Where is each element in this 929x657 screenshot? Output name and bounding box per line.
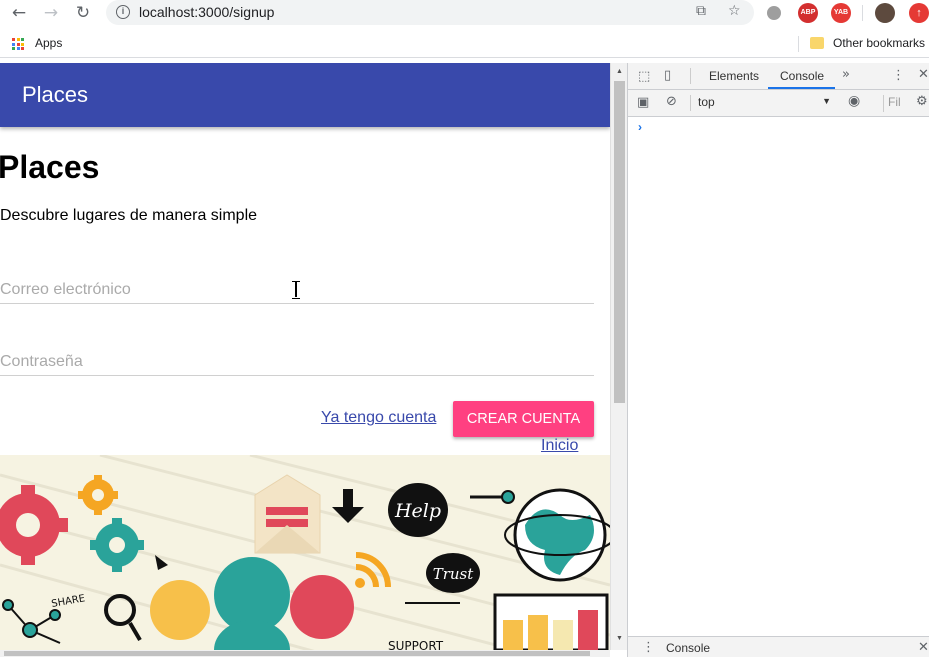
yab-extension-icon[interactable]: YAB (831, 3, 851, 23)
scroll-up-icon[interactable]: ▲ (616, 68, 623, 75)
red-gear-icon (0, 485, 68, 565)
bookmarks-divider (798, 36, 799, 52)
login-link[interactable]: Ya tengo cuenta (321, 409, 436, 427)
more-tabs-icon[interactable]: » (842, 67, 850, 82)
envelope-icon (254, 474, 321, 554)
console-prompt-icon[interactable]: › (638, 120, 642, 134)
tab-elements[interactable]: Elements (709, 69, 759, 83)
tab-console[interactable]: Console (780, 69, 824, 83)
console-drawer: ⋮ Console ✕ (628, 636, 929, 657)
battery-chart-icon (493, 593, 609, 650)
url-text[interactable]: localhost:3000/signup (139, 4, 274, 20)
page-viewport: Places Places Descubre lugares de manera… (0, 63, 610, 650)
support-text: SUPPORT (388, 639, 444, 650)
abp-extension-icon[interactable]: ABP (798, 3, 818, 23)
context-value: top (698, 95, 715, 109)
extension-circle-icon[interactable] (767, 6, 781, 20)
toolbar-divider (862, 5, 863, 21)
profile-avatar[interactable] (875, 3, 895, 23)
site-info-icon[interactable]: i (116, 5, 130, 19)
forward-icon[interactable]: → (40, 2, 62, 24)
home-link[interactable]: Inicio (541, 437, 578, 455)
horizontal-scroll-thumb[interactable] (4, 651, 590, 656)
update-icon[interactable]: ↑ (909, 3, 929, 23)
devtools-tab-bar: ⬚ ▯ Elements Console » ⋮ ✕ (628, 63, 929, 90)
console-filter-input[interactable]: Fil (883, 95, 907, 112)
drawer-menu-icon[interactable]: ⋮ (642, 640, 655, 655)
trust-text: Trust (433, 565, 475, 583)
help-text: Help (394, 500, 441, 522)
down-arrow-icon (332, 489, 364, 523)
app-bar: Places (0, 63, 610, 127)
drawer-tab-console[interactable]: Console (666, 641, 710, 655)
globe-icon (504, 488, 610, 582)
people-icon (150, 557, 354, 650)
app-bar-title: Places (22, 82, 89, 107)
toolbar-divider (690, 95, 691, 111)
close-drawer-icon[interactable]: ✕ (918, 640, 929, 655)
address-bar[interactable]: i localhost:3000/signup ⧉ ☆ (106, 0, 754, 25)
devtools-panel: ⬚ ▯ Elements Console » ⋮ ✕ ▣ ⊘ top ▼ ◉ F… (627, 63, 929, 657)
console-settings-gear-icon[interactable]: ⚙ (916, 94, 928, 109)
bookmarks-bar: Apps Other bookmarks (0, 30, 929, 58)
close-devtools-icon[interactable]: ✕ (918, 67, 929, 82)
page-subtitle: Descubre lugares de manera simple (0, 207, 258, 224)
bookmark-star-icon[interactable]: ☆ (728, 3, 741, 19)
create-account-button[interactable]: CREAR CUENTA (453, 401, 594, 437)
page-title: Places (0, 149, 100, 185)
orange-gear-icon (78, 475, 118, 515)
scroll-down-icon[interactable]: ▼ (616, 635, 623, 642)
translate-icon[interactable]: ⧉ (696, 3, 706, 19)
device-toolbar-icon[interactable]: ▯ (664, 68, 671, 83)
context-selector[interactable]: top ▼ (698, 95, 833, 112)
vertical-scroll-thumb[interactable] (614, 81, 625, 403)
live-expression-eye-icon[interactable]: ◉ (848, 93, 860, 109)
teal-gear-icon (90, 518, 144, 572)
other-bookmarks[interactable]: Other bookmarks (833, 36, 925, 50)
active-tab-indicator (768, 87, 835, 89)
share-text: SHARE (51, 593, 86, 610)
reload-icon[interactable]: ↻ (72, 2, 94, 24)
devtools-menu-icon[interactable]: ⋮ (892, 68, 905, 83)
folder-icon[interactable] (810, 37, 824, 49)
page-vertical-scrollbar[interactable]: ▲ ▼ (610, 63, 627, 650)
hero-illustration: Help Trust SHARE SUPPORT (0, 455, 610, 650)
inspect-element-icon[interactable]: ⬚ (638, 69, 650, 84)
page-horizontal-scrollbar[interactable] (0, 650, 610, 657)
password-field[interactable] (0, 348, 594, 376)
text-cursor-icon (292, 281, 300, 299)
apps-grid-icon[interactable] (12, 38, 24, 50)
hero-artwork: Help Trust SHARE SUPPORT (0, 455, 610, 650)
apps-bookmark[interactable]: Apps (35, 36, 62, 50)
browser-toolbar: ← → ↻ i localhost:3000/signup ⧉ ☆ ABP YA… (0, 0, 929, 26)
sidebar-toggle-icon[interactable]: ▣ (637, 95, 649, 110)
tab-divider (690, 68, 691, 84)
dropdown-arrow-icon: ▼ (822, 96, 831, 106)
console-toolbar: ▣ ⊘ top ▼ ◉ Fil ⚙ (628, 90, 929, 117)
back-icon[interactable]: ← (8, 2, 30, 24)
clear-console-icon[interactable]: ⊘ (666, 94, 677, 109)
